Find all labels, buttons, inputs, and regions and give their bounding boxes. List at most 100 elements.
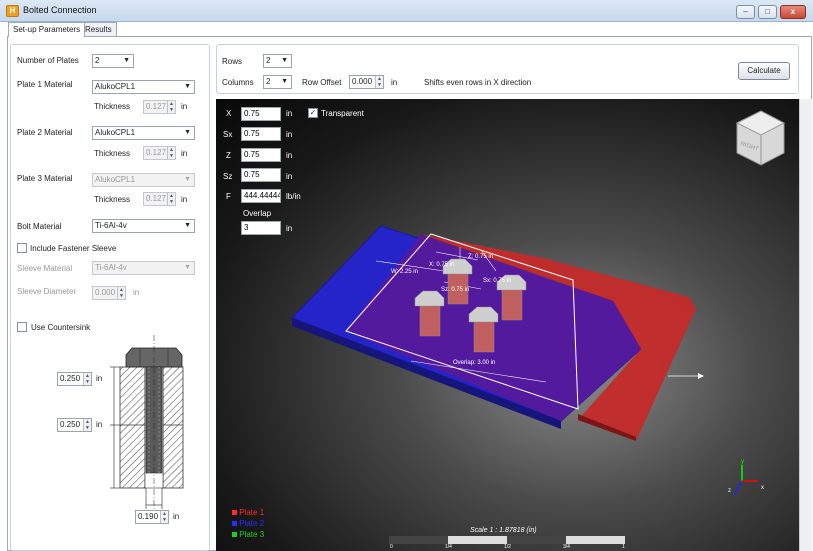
plate3-material-select[interactable]: AlukoCPL1 ▼: [92, 173, 195, 187]
row-offset-hint: Shifts even rows in X direction: [424, 78, 532, 87]
spin-arrows-icon: ▲ ▼: [160, 511, 168, 523]
chevron-down-icon: ▼: [184, 176, 191, 183]
dim2-value: 0.250: [60, 420, 81, 429]
columns-value: 2: [266, 77, 271, 86]
columns-select[interactable]: 2 ▼: [263, 75, 292, 89]
plate1-material-value: AlukoCPL1: [95, 82, 136, 91]
dim1-unit: in: [96, 374, 103, 383]
sz-unit: in: [286, 172, 293, 181]
f-input[interactable]: 444.44444: [241, 189, 281, 203]
thickness2-stepper[interactable]: 0.127 ▲ ▼: [143, 146, 176, 160]
sz-label: Sz: [223, 172, 233, 181]
sleeve-diameter-value: 0.000: [95, 288, 116, 297]
dim3-stepper[interactable]: 0.190 ▲ ▼: [135, 510, 169, 524]
sleeve-material-label: Sleeve Material: [17, 264, 73, 273]
row-offset-stepper[interactable]: 0.000 ▲ ▼: [349, 75, 384, 89]
scale-tick-1: 1/4: [445, 544, 452, 550]
3d-scene: [291, 110, 786, 544]
scale-tick-2: 1/2: [504, 544, 511, 550]
f-unit: lb/in: [286, 192, 301, 201]
dim1-stepper[interactable]: 0.250 ▲ ▼: [57, 372, 92, 386]
thickness1-stepper[interactable]: 0.127 ▲ ▼: [143, 100, 176, 114]
thickness1-unit: in: [181, 102, 188, 111]
plate-legend: Plate 1 Plate 2 Plate 3: [232, 508, 264, 541]
number-of-plates-label: Number of Plates: [17, 56, 79, 65]
include-sleeve-checkbox[interactable]: [17, 243, 27, 253]
rows-value: 2: [266, 56, 271, 65]
x-unit: in: [286, 109, 293, 118]
legend-swatch: [232, 510, 237, 515]
overlap-input[interactable]: 3: [241, 221, 281, 235]
use-countersink-label: Use Countersink: [31, 323, 91, 332]
chevron-down-icon: ▼: [184, 222, 191, 229]
x-label: X: [226, 109, 232, 118]
plate2-material-label: Plate 2 Material: [17, 128, 73, 137]
bolt-section-diagram: [110, 335, 184, 513]
number-of-plates-select[interactable]: 2 ▼: [92, 54, 134, 68]
rows-label: Rows: [222, 57, 243, 66]
sx-input[interactable]: 0.75: [241, 127, 281, 141]
chevron-down-icon: ▼: [184, 264, 191, 271]
legend-label: Plate 1: [239, 508, 265, 517]
legend-item-plate1: Plate 1: [232, 508, 264, 519]
plate1-material-select[interactable]: AlukoCPL1 ▼: [92, 80, 195, 94]
bolt-material-select[interactable]: Ti-6Al-4v ▼: [92, 219, 195, 233]
scale-tick-3: 3/4: [563, 544, 570, 550]
columns-label: Columns: [222, 78, 254, 87]
overlap-label: Overlap: [243, 209, 272, 218]
minimize-button[interactable]: –: [736, 5, 755, 19]
3d-viewport[interactable]: X 0.75 in ✓ Transparent Sx 0.75 in Z 0.7…: [216, 99, 799, 551]
use-countersink-checkbox[interactable]: [17, 322, 27, 332]
thickness2-value: 0.127: [146, 148, 167, 157]
thickness3-stepper[interactable]: 0.127 ▲ ▼: [143, 192, 176, 206]
rows-select[interactable]: 2 ▼: [263, 54, 292, 68]
dim2-stepper[interactable]: 0.250 ▲ ▼: [57, 418, 92, 432]
bolt-material-value: Ti-6Al-4v: [95, 221, 127, 230]
plate2-material-value: AlukoCPL1: [95, 128, 136, 137]
transparent-checkbox[interactable]: ✓: [308, 108, 318, 118]
spin-arrows-icon: ▲ ▼: [83, 419, 91, 431]
spin-arrows-icon: ▲ ▼: [167, 101, 175, 113]
sleeve-material-select[interactable]: Ti-6Al-4v ▼: [92, 261, 195, 275]
tab-setup-parameters[interactable]: Set-up Parameters: [8, 22, 86, 37]
chevron-down-icon: ▼: [123, 57, 130, 64]
tab-results[interactable]: Results: [80, 22, 117, 36]
app-icon: H: [6, 5, 19, 17]
annotation-w: W: 2.25 in: [391, 269, 418, 275]
maximize-button[interactable]: □: [758, 5, 777, 19]
scale-tick-4: 1: [622, 544, 625, 550]
scale-tick-0: 0: [390, 544, 393, 550]
sx-unit: in: [286, 130, 293, 139]
number-of-plates-value: 2: [95, 56, 100, 65]
thickness3-unit: in: [181, 195, 188, 204]
bolt-material-label: Bolt Material: [17, 222, 62, 231]
legend-label: Plate 2: [239, 519, 265, 528]
scale-text: Scale 1 : 1.87818 (in): [470, 527, 537, 534]
include-sleeve-label: Include Fastener Sleeve: [30, 244, 117, 253]
axis-x-label: x: [761, 485, 764, 491]
z-unit: in: [286, 151, 293, 160]
plate3-material-value: AlukoCPL1: [95, 175, 136, 184]
close-button[interactable]: x: [780, 5, 806, 19]
z-input[interactable]: 0.75: [241, 148, 281, 162]
sleeve-diameter-unit: in: [133, 288, 140, 297]
legend-label: Plate 3: [239, 530, 265, 539]
calculate-button[interactable]: Calculate: [738, 62, 790, 80]
chevron-down-icon: ▼: [281, 57, 288, 64]
chevron-down-icon: ▼: [184, 83, 191, 90]
legend-item-plate2: Plate 2: [232, 519, 264, 530]
annotation-z: Z: 0.75 in: [468, 254, 494, 260]
row-offset-unit: in: [391, 78, 398, 87]
spin-arrows-icon: ▲ ▼: [167, 193, 175, 205]
sz-input[interactable]: 0.75: [241, 168, 281, 182]
f-label: F: [226, 192, 231, 201]
sleeve-material-value: Ti-6Al-4v: [95, 263, 127, 272]
z-label: Z: [226, 151, 231, 160]
chevron-down-icon: ▼: [281, 78, 288, 85]
thickness2-label: Thickness: [94, 149, 131, 158]
sleeve-diameter-stepper[interactable]: 0.000 ▲ ▼: [92, 286, 126, 300]
vertical-scrollbar[interactable]: [799, 99, 812, 551]
dim3-value: 0.190: [138, 512, 159, 521]
x-input[interactable]: 0.75: [241, 107, 281, 121]
plate2-material-select[interactable]: AlukoCPL1 ▼: [92, 126, 195, 140]
